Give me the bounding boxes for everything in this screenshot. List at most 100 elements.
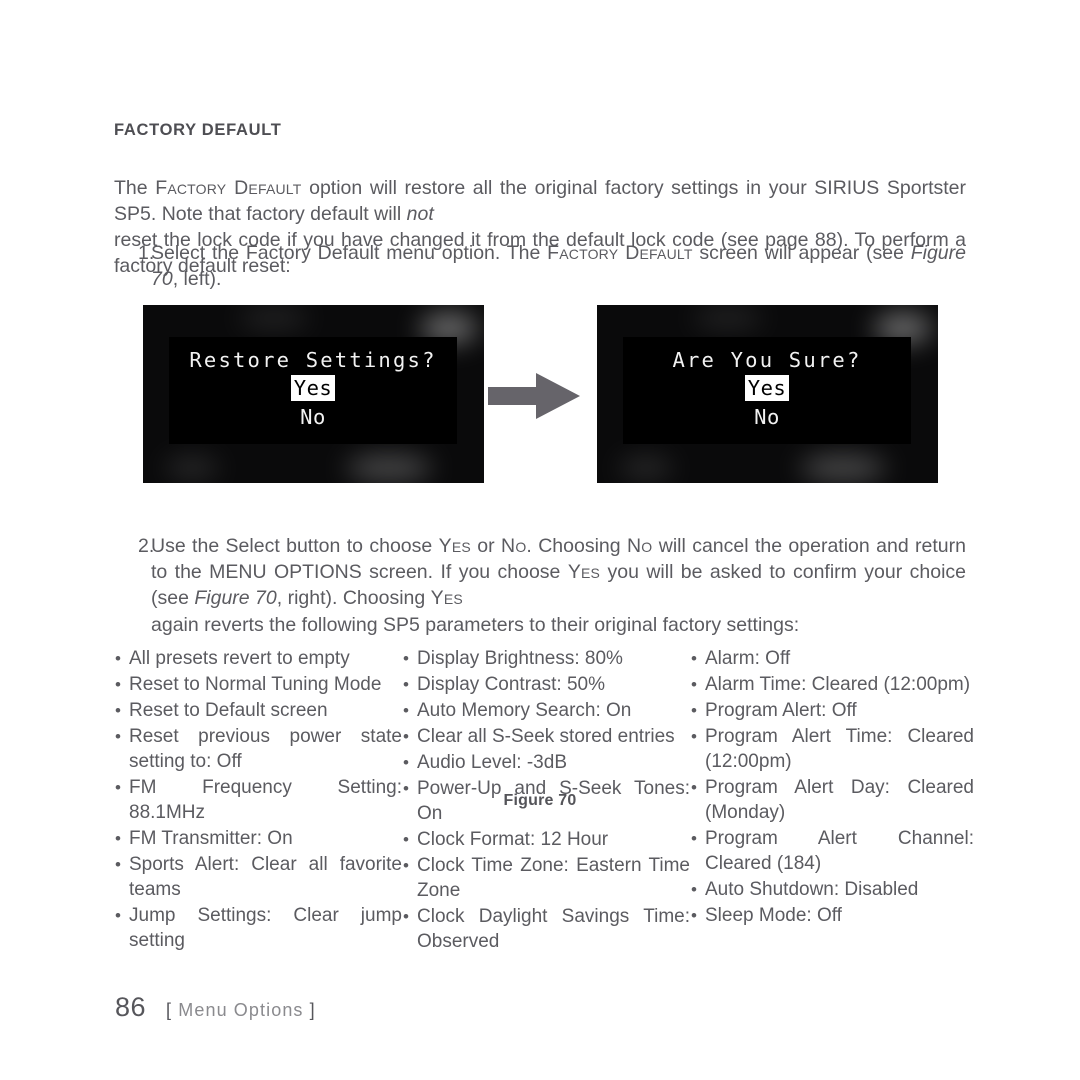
lcd-screen-area: Restore Settings? Yes No bbox=[169, 337, 457, 444]
step-1: 1. Select the Factory Default menu optio… bbox=[114, 240, 966, 292]
settings-list-item: Reset to Normal Tuning Mode bbox=[114, 672, 402, 697]
step-2-smallcaps-yes-1: Yes bbox=[438, 535, 471, 557]
lcd-are-you-sure-screen: Are You Sure? Yes No bbox=[597, 305, 938, 483]
step-2-text-2: or bbox=[470, 535, 502, 557]
settings-item-text-tail: Off bbox=[216, 751, 242, 772]
step-2-smallcaps-no-2: No bbox=[626, 535, 653, 557]
settings-list-item: Sports Alert: Clear all favorite teams bbox=[114, 852, 402, 902]
step-2-number: 2. bbox=[138, 535, 155, 557]
step-2-smallcaps-yes-3: Yes bbox=[430, 587, 463, 610]
settings-list-item: Audio Level: -3dB bbox=[402, 750, 690, 775]
bracket-open: [ bbox=[166, 1000, 173, 1020]
settings-item-text-tail: 88.1MHz bbox=[129, 802, 206, 823]
settings-item-text-tail: Mode bbox=[333, 674, 382, 695]
step-2-text-1: Use the Select button to choose bbox=[151, 535, 439, 557]
bezel-glow-icon bbox=[239, 307, 309, 329]
step-1-body: Select the Factory Default menu option. … bbox=[151, 240, 966, 292]
step-2-text-7: again reverts the following SP5 paramete… bbox=[151, 613, 800, 636]
page-number: 86 bbox=[115, 992, 147, 1022]
step-2: 2. Use the Select button to choose Yes o… bbox=[114, 533, 966, 638]
settings-list-item: Program Alert: Off bbox=[690, 698, 974, 723]
lcd-option-yes[interactable]: Yes bbox=[623, 375, 911, 401]
settings-item-text-tail: setting bbox=[129, 930, 185, 951]
settings-list-item: Jump Settings: Clear jump setting bbox=[114, 903, 402, 953]
settings-list-item: Program Alert Time: Cleared (12:00pm) bbox=[690, 724, 974, 774]
step-2-smallcaps-yes-2: Yes bbox=[567, 561, 601, 584]
settings-item-text: Reset previous power state setting to: bbox=[129, 726, 402, 772]
lcd-title: Restore Settings? bbox=[189, 348, 437, 372]
settings-columns: All presets revert to emptyReset to Norm… bbox=[114, 646, 974, 955]
settings-list-3: Alarm: OffAlarm Time: Cleared (12:00pm)P… bbox=[690, 646, 974, 928]
settings-list-item: Display Brightness: 80% bbox=[402, 646, 690, 671]
settings-list-item: Power-Up and S-Seek Tones: On bbox=[402, 776, 690, 826]
settings-list-item: Reset to Default screen bbox=[114, 698, 402, 723]
step-1-number: 1. bbox=[138, 242, 155, 264]
settings-item-text: Jump Settings: Clear jump bbox=[129, 905, 402, 926]
settings-list-item: Clock Format: 12 Hour bbox=[402, 827, 690, 852]
intro-text-1: The bbox=[114, 176, 156, 199]
settings-item-text-tail: (184) bbox=[776, 853, 822, 874]
bezel-glow-icon bbox=[346, 455, 432, 481]
settings-list-item: Clock Daylight Savings Time: Observed bbox=[402, 904, 690, 954]
settings-list-item: Display Contrast: 50% bbox=[402, 672, 690, 697]
settings-item-text: Clear all S-Seek stored bbox=[417, 726, 618, 747]
lcd-option-no[interactable]: No bbox=[623, 405, 911, 430]
step-1-text-2: screen will appear (see bbox=[692, 242, 911, 264]
settings-list-item: All presets revert to empty bbox=[114, 646, 402, 671]
settings-column-2: Display Brightness: 80%Display Contrast:… bbox=[402, 646, 690, 955]
settings-list-item: Alarm Time: Cleared (12:00pm) bbox=[690, 672, 974, 697]
settings-item-text-tail: Observed bbox=[417, 931, 500, 952]
lcd-option-yes[interactable]: Yes bbox=[169, 375, 457, 401]
settings-list-item: FM Transmitter: On bbox=[114, 826, 402, 851]
settings-item-text: Auto Memory Search: bbox=[417, 700, 607, 721]
bezel-glow-icon bbox=[165, 457, 219, 479]
page-footer: 86 [ Menu Options ] bbox=[115, 992, 316, 1023]
settings-item-text-tail: screen bbox=[270, 700, 328, 721]
step-2-body: Use the Select button to choose Yes or N… bbox=[151, 533, 966, 638]
settings-item-text: Sports Alert: Clear all favorite bbox=[129, 854, 402, 875]
settings-item-text: All presets revert to bbox=[129, 648, 298, 669]
breadcrumb: [ Menu Options ] bbox=[166, 1000, 316, 1021]
bezel-glow-icon bbox=[619, 457, 673, 479]
settings-item-text: Power-Up and S-Seek Tones: bbox=[417, 778, 690, 799]
settings-item-text-tail: (Monday) bbox=[705, 802, 786, 823]
intro-smallcaps-factory-default: Factory Default bbox=[155, 176, 302, 199]
settings-item-text: Program Alert Channel: Cleared bbox=[705, 828, 974, 874]
figure-70: Restore Settings? Yes No Are You Sure? Y… bbox=[114, 305, 966, 809]
flow-arrow-icon bbox=[488, 373, 580, 419]
settings-item-text-tail: entries bbox=[617, 726, 675, 747]
settings-item-text-tail: On bbox=[606, 700, 632, 721]
section-heading: FACTORY DEFAULT bbox=[114, 121, 282, 140]
settings-column-3: Alarm: OffAlarm Time: Cleared (12:00pm)P… bbox=[690, 646, 974, 955]
settings-item-text-tail: (12:00pm) bbox=[705, 751, 792, 772]
settings-list-item: Program Alert Channel: Cleared (184) bbox=[690, 826, 974, 876]
step-2-text-3: . Choosing bbox=[526, 535, 627, 557]
settings-item-text-tail: Hour bbox=[566, 829, 609, 850]
settings-item-text: Clock Time Zone: Eastern Time bbox=[417, 855, 690, 876]
settings-item-text-tail: teams bbox=[129, 879, 181, 900]
lcd-option-no[interactable]: No bbox=[169, 405, 457, 430]
settings-item-text: Alarm Time: Cleared bbox=[705, 674, 884, 695]
settings-list-item: Sleep Mode: Off bbox=[690, 903, 974, 928]
settings-item-text: Program Alert Day: Cleared bbox=[705, 777, 974, 798]
step-1-text-3: , left). bbox=[172, 268, 222, 291]
settings-item-text: Program Alert Time: Cleared bbox=[705, 726, 974, 747]
step-2-italic-figure: Figure 70 bbox=[194, 587, 277, 610]
settings-item-text: Reset to Default bbox=[129, 700, 271, 721]
step-2-smallcaps-no-1: No bbox=[501, 535, 527, 557]
settings-item-text: Clock Daylight Savings Time: bbox=[417, 906, 690, 927]
settings-list-item: FM Frequency Setting: 88.1MHz bbox=[114, 775, 402, 825]
settings-item-text-tail: empty bbox=[297, 648, 350, 669]
lcd-option-yes-label: Yes bbox=[744, 375, 790, 401]
step-2-text-6: , right). Choosing bbox=[276, 587, 431, 610]
lcd-title: Are You Sure? bbox=[672, 348, 862, 372]
settings-list-item: Alarm: Off bbox=[690, 646, 974, 671]
settings-item-text: Reset to Normal Tuning bbox=[129, 674, 334, 695]
bracket-close: ] bbox=[309, 1000, 316, 1020]
settings-item-text-tail: On bbox=[417, 803, 443, 824]
breadcrumb-label: Menu Options bbox=[178, 1000, 304, 1020]
settings-item-text-tail: (12:00pm) bbox=[883, 674, 971, 695]
settings-list-1: All presets revert to emptyReset to Norm… bbox=[114, 646, 402, 953]
step-1-smallcaps-factory-default: Factory Default bbox=[547, 242, 693, 264]
settings-list-item: Auto Shutdown: Disabled bbox=[690, 877, 974, 902]
